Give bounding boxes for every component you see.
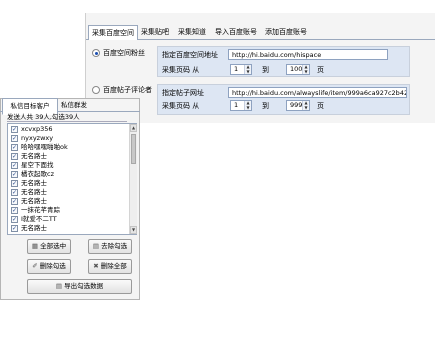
radio-space-fans-label: 百度空间粉丝	[103, 49, 145, 57]
export-icon: ▤	[55, 282, 63, 290]
spinner-arrows-icon[interactable]: ▲ ▼	[244, 100, 251, 110]
checkbox-checked-icon[interactable]: ✓	[11, 189, 18, 196]
space-page-from-value: 1	[234, 65, 239, 73]
checkbox-checked-icon[interactable]: ✓	[11, 216, 18, 223]
export-button[interactable]: ▤ 导出勾选数据	[27, 279, 132, 294]
space-address-label: 指定百度空间地址	[162, 51, 218, 59]
space-page-from-spinner[interactable]: 1 ▲ ▼	[230, 64, 252, 75]
checkbox-checked-icon[interactable]: ✓	[11, 198, 18, 205]
post-page-from-spinner[interactable]: 1 ▲ ▼	[230, 100, 252, 111]
space-to-label: 到	[262, 66, 269, 74]
send-count-info: 发送人共 39人,勾选39人	[7, 113, 127, 122]
checkbox-checked-icon[interactable]: ✓	[11, 144, 18, 151]
spinner-arrows-icon[interactable]: ▲ ▼	[244, 64, 251, 74]
radio-space-fans[interactable]	[92, 49, 100, 57]
post-page-from-value: 1	[234, 101, 239, 109]
space-page-unit: 页	[317, 66, 324, 74]
post-address-input[interactable]: http://hi.baidu.com/alwayslife/item/999a…	[228, 87, 407, 98]
eraser-icon: ▤	[92, 242, 100, 250]
select-all-label: 全部选中	[40, 242, 67, 250]
tab-collect-tieba[interactable]: 采集贴吧	[138, 25, 172, 40]
checkbox-checked-icon[interactable]: ✓	[11, 162, 18, 169]
post-pages-label: 采集页码 从	[162, 102, 200, 110]
delete-icon: ✖	[93, 262, 99, 270]
eraser-icon: ✐	[32, 262, 38, 270]
post-address-label: 指定帖子网址	[162, 89, 204, 97]
space-address-input[interactable]: http://hi.baidu.com/hispace	[228, 49, 388, 60]
message-tabs: 私信目标客户 私信群发	[0, 98, 140, 115]
delete-all-button[interactable]: ✖ 删除全部	[88, 259, 132, 274]
radio-post-commenters-label: 百度帖子评论者	[103, 86, 152, 94]
contact-list[interactable]: ✓ xcvxp356 ✓ nyxyzwxy ✓ 哈哈嘿嘿啪啪ok ✓ 无名路士 ✓ 星空下…	[7, 123, 137, 235]
post-page-to-spinner[interactable]: 9999 ▲ ▼	[286, 100, 310, 111]
export-label: 导出勾选数据	[64, 282, 104, 290]
spinner-arrows-icon[interactable]: ▲ ▼	[302, 100, 309, 110]
list-icon: ▦	[31, 242, 39, 250]
scroll-down-icon[interactable]: ▼	[130, 226, 137, 234]
checkbox-checked-icon[interactable]: ✓	[11, 126, 18, 133]
checkbox-checked-icon[interactable]: ✓	[11, 180, 18, 187]
scroll-thumb[interactable]	[131, 134, 136, 164]
checkbox-checked-icon[interactable]: ✓	[11, 207, 18, 214]
delete-all-label: 删除全部	[100, 262, 127, 270]
tab-mass-message[interactable]: 私信群发	[58, 98, 90, 112]
tab-collect-zhidao[interactable]: 采集知道	[174, 25, 210, 40]
checkbox-checked-icon[interactable]: ✓	[11, 171, 18, 178]
space-page-to-value: 100	[290, 65, 303, 73]
checkbox-checked-icon[interactable]: ✓	[11, 135, 18, 142]
select-all-button[interactable]: ▦ 全部选中	[27, 239, 71, 254]
scroll-up-icon[interactable]: ▲	[130, 124, 137, 132]
checkbox-checked-icon[interactable]: ✓	[11, 225, 18, 232]
spinner-arrows-icon[interactable]: ▲ ▼	[302, 64, 309, 74]
tab-add-account[interactable]: 添加百度账号	[262, 25, 310, 40]
radio-post-commenters[interactable]	[92, 86, 100, 94]
space-pages-label: 采集页码 从	[162, 66, 200, 74]
unselect-label: 去除勾选	[101, 242, 128, 250]
delete-checked-button[interactable]: ✐ 删除勾选	[27, 259, 71, 274]
tab-import-accounts[interactable]: 导入百度账号	[212, 25, 260, 40]
checkbox-checked-icon[interactable]: ✓	[11, 153, 18, 160]
collect-tabs: 采集百度空间 采集贴吧 采集知道 导入百度账号 添加百度账号	[86, 25, 435, 43]
space-page-to-spinner[interactable]: 100 ▲ ▼	[286, 64, 310, 75]
delete-checked-label: 删除勾选	[39, 262, 66, 270]
unselect-button[interactable]: ▤ 去除勾选	[88, 239, 132, 254]
contact-list-scrollbar[interactable]: ▲ ▼	[129, 124, 137, 234]
post-page-unit: 页	[317, 102, 324, 110]
post-to-label: 到	[262, 102, 269, 110]
